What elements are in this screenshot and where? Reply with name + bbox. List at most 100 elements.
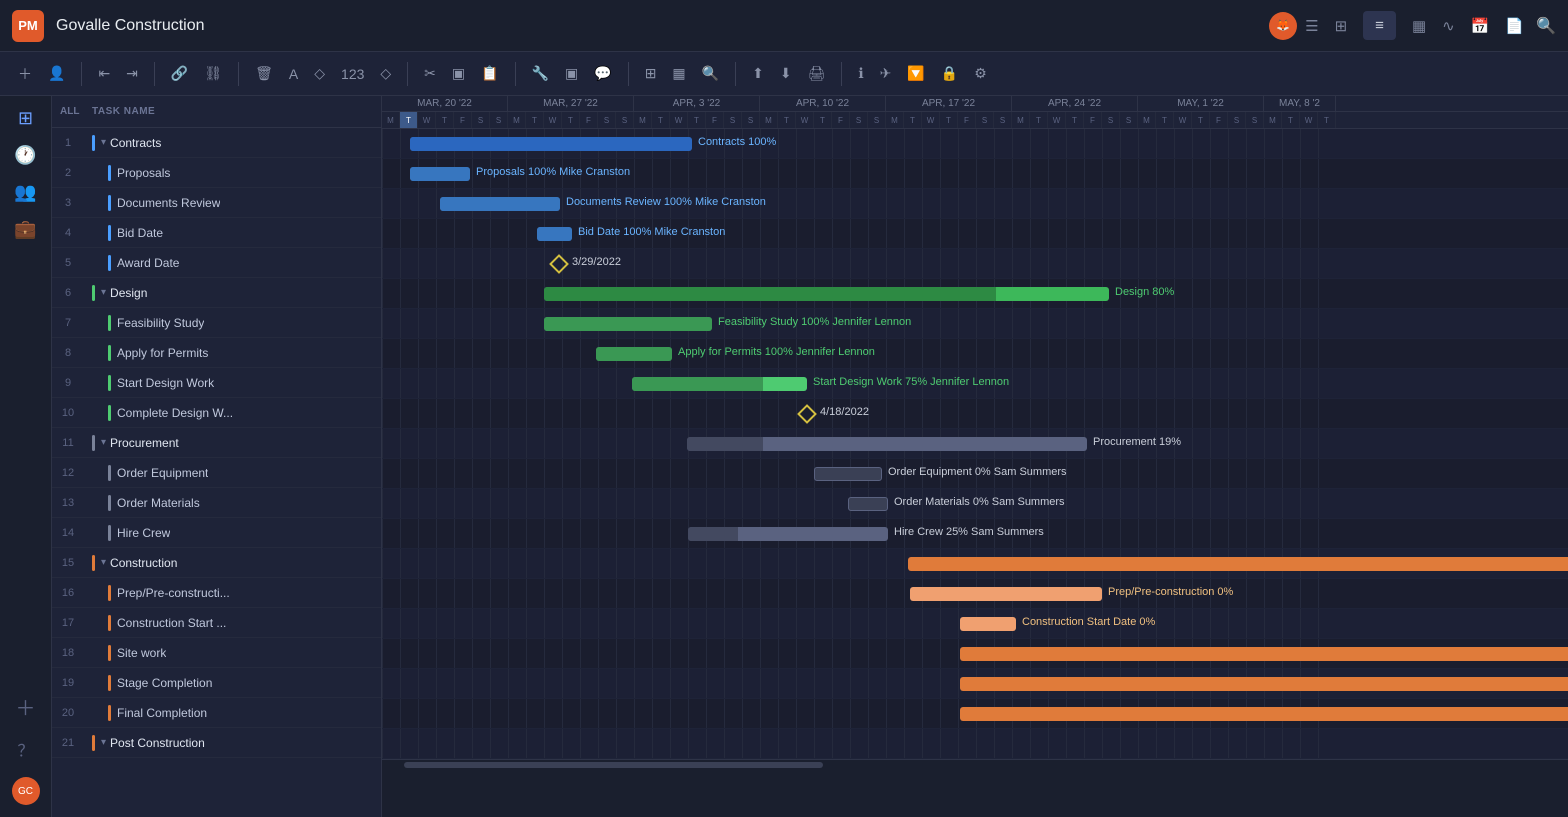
gantt-bar[interactable] <box>960 677 1568 691</box>
task-row[interactable]: 2 Proposals <box>52 158 381 188</box>
unlink-button[interactable]: ⛓ <box>198 61 228 86</box>
grid-line <box>1156 729 1157 758</box>
cut-button[interactable]: ✂ <box>418 61 442 86</box>
gantt-bar[interactable] <box>688 527 888 541</box>
add-user-button[interactable]: 👤 <box>42 61 71 86</box>
gantt-bar[interactable] <box>814 467 882 481</box>
task-row[interactable]: 1 ▾ Contracts <box>52 128 381 158</box>
collapse-icon[interactable]: ▾ <box>101 437 106 448</box>
task-row[interactable]: 10 Complete Design W... <box>52 398 381 428</box>
grid-line <box>1174 369 1175 398</box>
outdent-button[interactable]: ⇤ <box>92 61 116 86</box>
task-row[interactable]: 9 Start Design Work <box>52 368 381 398</box>
sidebar-icons: ⊞ 🕐 👥 💼 ＋ ？ GC <box>0 96 52 817</box>
sidebar-help-icon[interactable]: ？ <box>17 737 33 761</box>
delete-button[interactable]: 🗑 <box>249 61 279 86</box>
task-row[interactable]: 4 Bid Date <box>52 218 381 248</box>
calendar-view-icon[interactable]: 📅 <box>1471 17 1490 35</box>
gantt-bar[interactable] <box>632 377 807 391</box>
shape-button[interactable]: ◇ <box>374 61 397 86</box>
gantt-bar[interactable] <box>687 437 1087 451</box>
fill-button[interactable]: ◇ <box>308 61 331 86</box>
task-row[interactable]: 5 Award Date <box>52 248 381 278</box>
link-button[interactable]: 🔗 <box>165 61 194 86</box>
task-row[interactable]: 13 Order Materials <box>52 488 381 518</box>
tool-button[interactable]: 🔧 <box>526 61 555 86</box>
grid-line <box>958 699 959 728</box>
sidebar-work-icon[interactable]: 💼 <box>14 219 36 240</box>
print-button[interactable]: 🖨 <box>802 61 832 86</box>
gantt-view-icon[interactable]: ≡ <box>1363 11 1396 40</box>
grid-view-icon[interactable]: ▦ <box>1412 17 1426 35</box>
info-button[interactable]: ℹ <box>852 61 869 86</box>
gantt-bar[interactable] <box>910 587 1102 601</box>
list-view-icon[interactable]: ☰ <box>1305 17 1318 35</box>
task-row[interactable]: 17 Construction Start ... <box>52 608 381 638</box>
grid-line <box>1102 159 1103 188</box>
doc-view-icon[interactable]: 📄 <box>1505 17 1524 35</box>
search-icon[interactable]: 🔍 <box>1536 16 1556 36</box>
share-button[interactable]: ✈ <box>874 61 898 86</box>
task-row[interactable]: 21 ▾ Post Construction <box>52 728 381 758</box>
gantt-bar[interactable] <box>960 617 1016 631</box>
task-row[interactable]: 18 Site work <box>52 638 381 668</box>
comment-button[interactable]: 💬 <box>588 61 617 86</box>
task-row[interactable]: 8 Apply for Permits <box>52 338 381 368</box>
sidebar-people-icon[interactable]: 👥 <box>14 182 36 203</box>
task-indent: Stage Completion <box>84 675 381 691</box>
task-row[interactable]: 16 Prep/Pre-constructi... <box>52 578 381 608</box>
task-row[interactable]: 11 ▾ Procurement <box>52 428 381 458</box>
gantt-bar[interactable] <box>440 197 560 211</box>
task-row[interactable]: 19 Stage Completion <box>52 668 381 698</box>
gantt-bar[interactable] <box>537 227 572 241</box>
app-icon[interactable]: PM <box>12 10 44 42</box>
gantt-bar[interactable] <box>908 557 1568 571</box>
task-row[interactable]: 3 Documents Review <box>52 188 381 218</box>
sidebar-home-icon[interactable]: ⊞ <box>18 108 33 129</box>
task-row[interactable]: 12 Order Equipment <box>52 458 381 488</box>
timeline-view-icon[interactable]: ⊞ <box>1335 17 1348 35</box>
task-row[interactable]: 14 Hire Crew <box>52 518 381 548</box>
task-row[interactable]: 15 ▾ Construction <box>52 548 381 578</box>
number-button[interactable]: 123 <box>335 62 370 86</box>
sidebar-user-avatar[interactable]: GC <box>12 777 40 805</box>
collapse-icon[interactable]: ▾ <box>101 557 106 568</box>
font-button[interactable]: A <box>283 62 304 86</box>
grid-line <box>454 699 455 728</box>
gantt-bar[interactable] <box>960 647 1568 661</box>
zoom-button[interactable]: 🔍 <box>696 61 725 86</box>
collapse-icon[interactable]: ▾ <box>101 737 106 748</box>
task-row[interactable]: 7 Feasibility Study <box>52 308 381 338</box>
settings-button[interactable]: ⚙ <box>968 61 993 86</box>
export-up-button[interactable]: ⬆ <box>746 61 770 86</box>
copy-button[interactable]: ▣ <box>446 61 471 86</box>
user-avatar-top[interactable]: 🦊 <box>1269 12 1297 40</box>
chart-view-icon[interactable]: ∿ <box>1442 17 1455 35</box>
gantt-bar[interactable] <box>960 707 1568 721</box>
indent-button[interactable]: ⇥ <box>120 61 144 86</box>
gantt-bar[interactable] <box>848 497 888 511</box>
gantt-area[interactable]: MAR, 20 '22 MAR, 27 '22 APR, 3 '22 APR, … <box>382 96 1568 817</box>
sidebar-recent-icon[interactable]: 🕐 <box>14 145 36 166</box>
grid-line <box>508 729 509 758</box>
add-task-button[interactable]: ＋ <box>12 60 38 88</box>
collapse-icon[interactable]: ▾ <box>101 137 106 148</box>
gantt-bar[interactable] <box>410 167 470 181</box>
import-down-button[interactable]: ⬇ <box>774 61 798 86</box>
collapse-icon[interactable]: ▾ <box>101 287 106 298</box>
grid-toggle-button[interactable]: ▦ <box>666 61 691 86</box>
gantt-bar[interactable] <box>544 287 1109 301</box>
grid-line <box>670 489 671 518</box>
sidebar-add-icon[interactable]: ＋ <box>16 692 36 721</box>
gantt-bar[interactable] <box>596 347 672 361</box>
table-button[interactable]: ▣ <box>559 61 584 86</box>
split-button[interactable]: ⊞ <box>639 61 663 86</box>
task-row[interactable]: 20 Final Completion <box>52 698 381 728</box>
gantt-bar[interactable] <box>410 137 692 151</box>
filter-button[interactable]: 🔽 <box>901 61 930 86</box>
grid-line <box>1228 219 1229 248</box>
task-row[interactable]: 6 ▾ Design <box>52 278 381 308</box>
paste-button[interactable]: 📋 <box>475 61 504 86</box>
gantt-bar[interactable] <box>544 317 712 331</box>
lock-button[interactable]: 🔒 <box>935 61 964 86</box>
